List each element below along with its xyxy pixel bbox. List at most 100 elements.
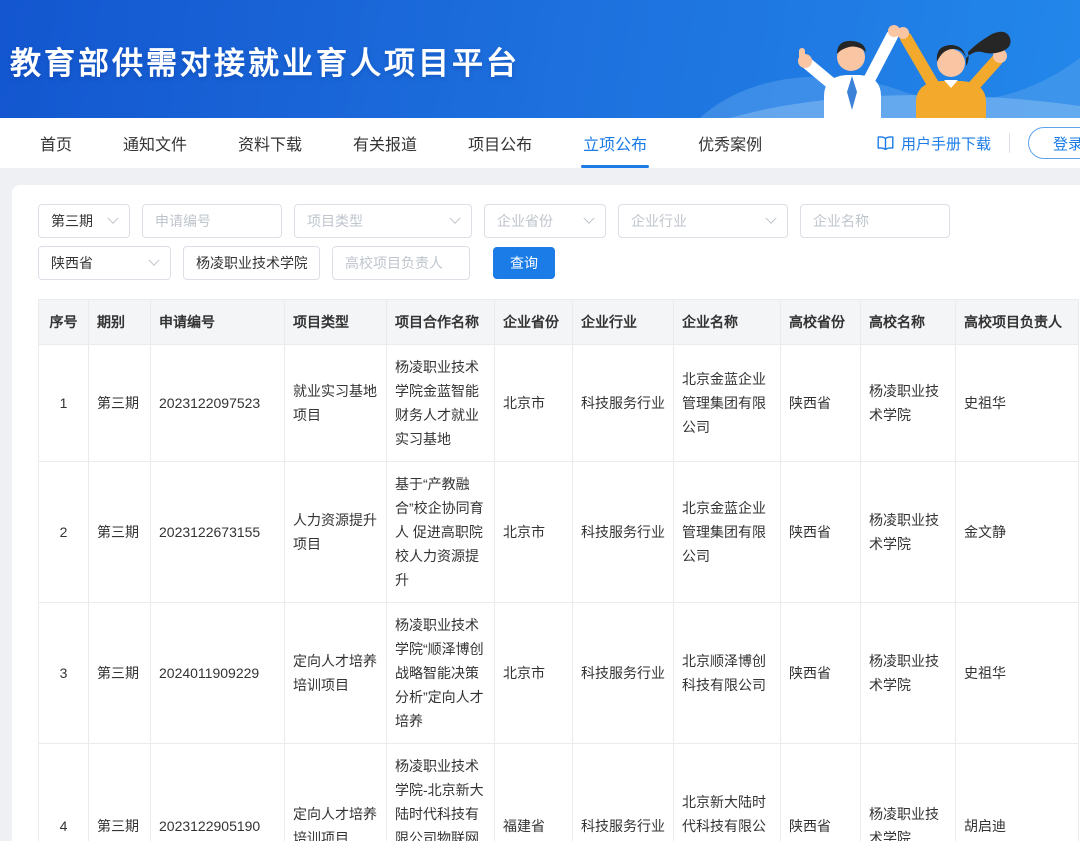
table-cell: 北京市 [495,345,573,462]
table-cell: 北京顺泽博创科技有限公司 [674,603,781,744]
table-row: 1第三期2023122097523就业实习基地项目杨凌职业技术学院金蓝智能财务人… [39,345,1079,462]
table-cell: 杨凌职业技术学院金蓝智能财务人才就业实习基地 [387,345,495,462]
table-cell: 2024011909229 [151,603,285,744]
table-body: 1第三期2023122097523就业实习基地项目杨凌职业技术学院金蓝智能财务人… [39,345,1079,841]
nav-item-3[interactable]: 有关报道 [353,118,417,168]
period-select[interactable]: 第三期 [38,204,130,238]
table-cell: 杨凌职业技术学院 [861,462,956,603]
nav-item-2[interactable]: 资料下载 [238,118,302,168]
table-cell: 胡启迪 [956,744,1079,841]
chevron-down-icon [107,213,118,224]
table-cell: 定向人才培养培训项目 [285,744,387,841]
school-province-select[interactable]: 陕西省 [38,246,171,280]
table-cell: 杨凌职业技术学院 [861,345,956,462]
period-select-value: 第三期 [51,211,93,231]
nav-item-1[interactable]: 通知文件 [123,118,187,168]
school-leader-input[interactable] [332,246,470,280]
school-name-input[interactable] [183,246,320,280]
company-industry-placeholder: 企业行业 [631,211,687,231]
table-header-row: 序号期别申请编号项目类型项目合作名称企业省份企业行业企业名称高校省份高校名称高校… [39,300,1079,345]
table-cell: 2023122097523 [151,345,285,462]
company-name-input[interactable] [800,204,950,238]
filter-row-1: 第三期 项目类型 企业省份 企业行业 [38,204,1080,238]
nav-item-0[interactable]: 首页 [40,118,72,168]
table-cell: 杨凌职业技术学院“顺泽博创战略智能决策分析”定向人才培养 [387,603,495,744]
table-cell: 4 [39,744,89,841]
table-cell: 北京金蓝企业管理集团有限公司 [674,345,781,462]
table-cell: 2023122905190 [151,744,285,841]
table-cell: 史祖华 [956,603,1079,744]
table-cell: 科技服务行业 [573,345,674,462]
nav-items: 首页 通知文件 资料下载 有关报道 项目公布 立项公布 优秀案例 [40,118,762,168]
table-cell: 第三期 [89,462,151,603]
table-cell: 科技服务行业 [573,462,674,603]
nav-item-6[interactable]: 优秀案例 [698,118,762,168]
company-province-select[interactable]: 企业省份 [484,204,606,238]
table-cell: 2 [39,462,89,603]
column-header-2: 申请编号 [151,300,285,345]
nav-right: 用户手册下载 登录 [877,118,1080,168]
column-header-6: 企业行业 [573,300,674,345]
chevron-down-icon [148,255,159,266]
table-cell: 科技服务行业 [573,603,674,744]
page-title: 教育部供需对接就业育人项目平台 [10,38,520,83]
column-header-5: 企业省份 [495,300,573,345]
user-manual-download-link[interactable]: 用户手册下载 [877,133,991,154]
table-cell: 3 [39,603,89,744]
table-cell: 第三期 [89,603,151,744]
manual-label: 用户手册下载 [901,133,991,154]
table-cell: 第三期 [89,744,151,841]
projects-table: 序号期别申请编号项目类型项目合作名称企业省份企业行业企业名称高校省份高校名称高校… [38,299,1079,841]
table-cell: 金文静 [956,462,1079,603]
column-header-7: 企业名称 [674,300,781,345]
table-row: 4第三期2023122905190定向人才培养培训项目杨凌职业技术学院-北京新大… [39,744,1079,841]
column-header-3: 项目类型 [285,300,387,345]
table-cell: 陕西省 [781,744,861,841]
table-cell: 北京市 [495,462,573,603]
column-header-4: 项目合作名称 [387,300,495,345]
main-nav: 首页 通知文件 资料下载 有关报道 项目公布 立项公布 优秀案例 用户手册下载 登录 [0,118,1080,168]
column-header-1: 期别 [89,300,151,345]
search-button[interactable]: 查询 [493,247,555,279]
page: 教育部供需对接就业育人项目平台 [0,0,1080,841]
table-cell: 2023122673155 [151,462,285,603]
table-cell: 1 [39,345,89,462]
chevron-down-icon [583,213,594,224]
table-cell: 基于“产教融合”校企协同育人 促进高职院校人力资源提升 [387,462,495,603]
high-five-illustration [700,0,1080,118]
table-row: 2第三期2023122673155人力资源提升项目基于“产教融合”校企协同育人 … [39,462,1079,603]
table-cell: 杨凌职业技术学院-北京新大陆时代科技有限公司物联网及人工智能方向人才培养 [387,744,495,841]
nav-item-5[interactable]: 立项公布 [583,118,647,168]
table-cell: 福建省 [495,744,573,841]
filter-row-2: 陕西省 查询 [38,246,1080,280]
table-cell: 人力资源提升项目 [285,462,387,603]
table-cell: 北京新大陆时代科技有限公司 [674,744,781,841]
table-cell: 科技服务行业 [573,744,674,841]
school-province-value: 陕西省 [51,253,93,273]
apply-number-input[interactable] [142,204,282,238]
project-type-select[interactable]: 项目类型 [294,204,472,238]
column-header-9: 高校名称 [861,300,956,345]
table-cell: 杨凌职业技术学院 [861,744,956,841]
divider [1009,133,1010,153]
table-cell: 第三期 [89,345,151,462]
column-header-0: 序号 [39,300,89,345]
projects-table-wrap: 序号期别申请编号项目类型项目合作名称企业省份企业行业企业名称高校省份高校名称高校… [38,299,1080,841]
company-industry-select[interactable]: 企业行业 [618,204,788,238]
column-header-10: 高校项目负责人 [956,300,1079,345]
table-cell: 杨凌职业技术学院 [861,603,956,744]
table-cell: 陕西省 [781,345,861,462]
column-header-8: 高校省份 [781,300,861,345]
book-icon [877,136,894,151]
banner: 教育部供需对接就业育人项目平台 [0,0,1080,118]
table-cell: 定向人才培养培训项目 [285,603,387,744]
table-cell: 就业实习基地项目 [285,345,387,462]
table-cell: 陕西省 [781,462,861,603]
table-cell: 陕西省 [781,603,861,744]
table-cell: 史祖华 [956,345,1079,462]
nav-item-4[interactable]: 项目公布 [468,118,532,168]
content-card: 第三期 项目类型 企业省份 企业行业 陕西省 [12,185,1080,841]
chevron-down-icon [765,213,776,224]
login-button[interactable]: 登录 [1028,127,1080,159]
table-row: 3第三期2024011909229定向人才培养培训项目杨凌职业技术学院“顺泽博创… [39,603,1079,744]
